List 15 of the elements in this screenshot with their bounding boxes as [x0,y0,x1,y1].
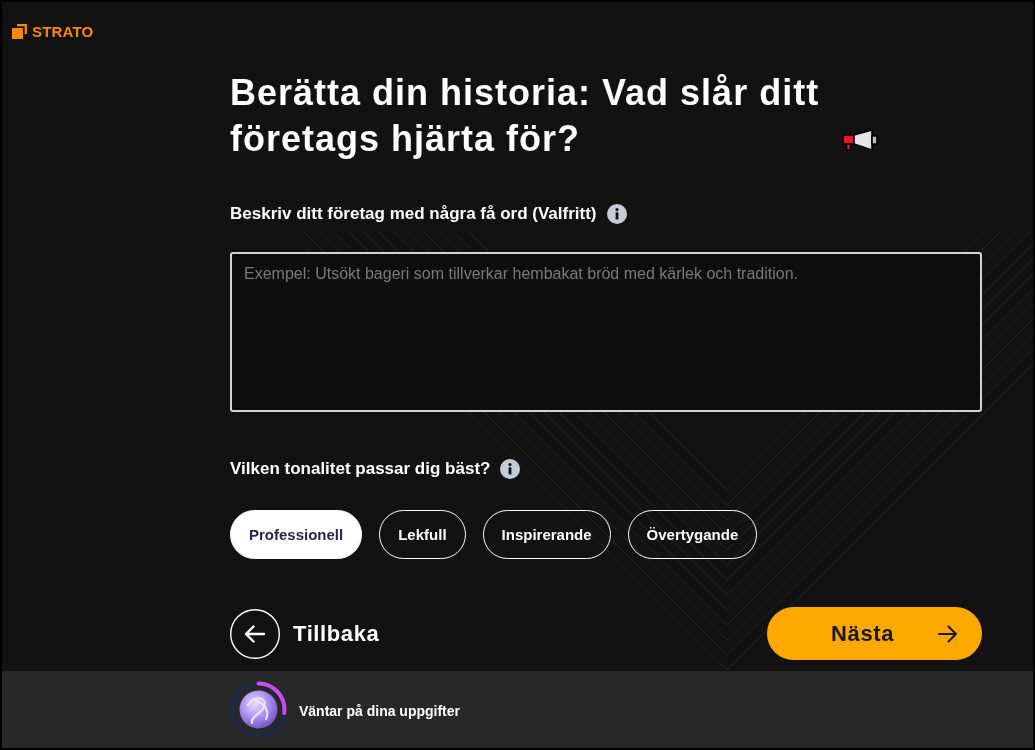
back-button[interactable]: Tillbaka [230,608,380,659]
tone-option[interactable]: Professionell [230,510,363,559]
description-field[interactable]: Exempel: Utsökt bageri som tillverkar hembakat bröd med kärlek och tradition. [230,252,982,412]
info-icon[interactable] [606,204,627,224]
orb-avatar-icon [230,681,287,738]
logo-icon [12,23,27,39]
tone-label: Vilken tonalitet passar dig bäst? [230,459,491,479]
arrow-right-icon [938,624,958,643]
info-icon[interactable] [500,459,521,479]
description-label: Beskriv ditt företag med några få ord (Valfritt) [230,204,597,224]
megaphone-icon [842,129,880,151]
page-title: Berätta din historia: Vad slår ditt företags hjärta för? [230,71,821,161]
status-message: Väntar på dina uppgifter [299,702,460,719]
brand-name: STRATO [32,22,94,40]
next-button[interactable]: Nästa [767,607,982,660]
